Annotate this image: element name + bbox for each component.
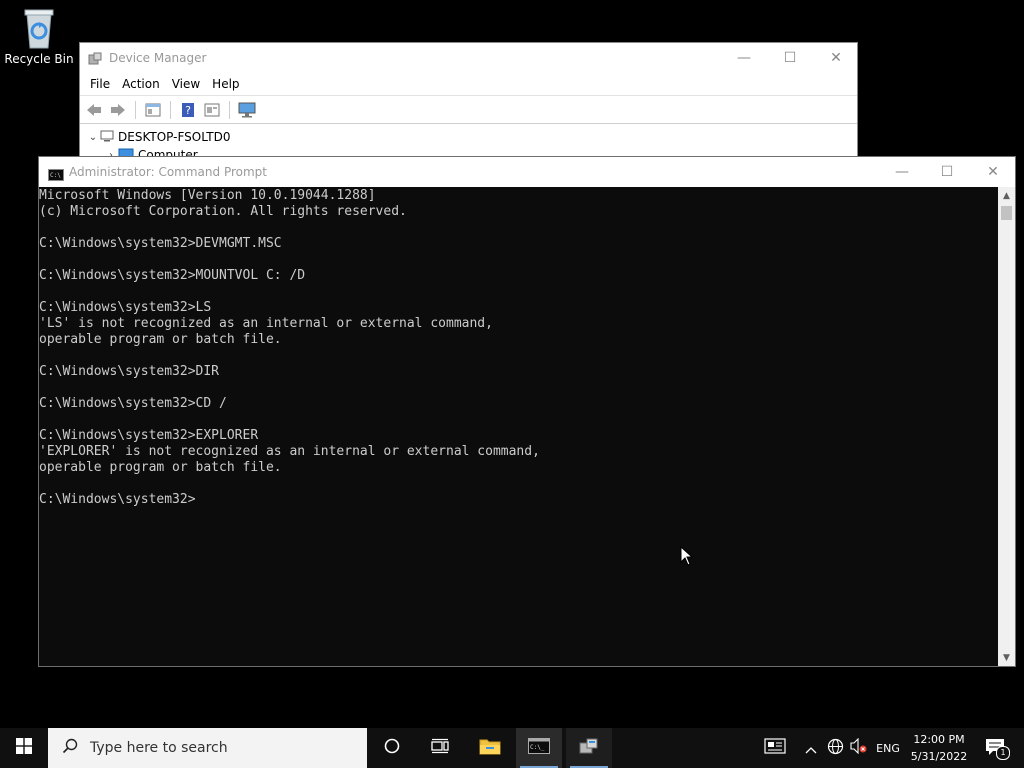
tree-node-computer-root[interactable]: ⌄ DESKTOP-FSOLTD0 <box>80 128 857 146</box>
maximize-button[interactable]: ☐ <box>924 157 970 187</box>
taskbar-device-manager[interactable] <box>566 728 612 768</box>
taskbar-search-box[interactable]: Type here to search <box>48 728 367 768</box>
console-line: 'LS' is not recognized as an internal or… <box>39 316 493 331</box>
console-line: C:\Windows\system32>CD / <box>39 396 227 411</box>
command-prompt-icon: C:\_ <box>528 738 550 758</box>
device-manager-icon <box>88 51 102 70</box>
windows-logo-icon <box>16 738 32 758</box>
chevron-down-icon[interactable]: ⌄ <box>86 132 100 143</box>
toolbar-separator <box>135 100 136 119</box>
toolbar-separator <box>170 100 171 119</box>
clock-date: 5/31/2022 <box>910 750 968 763</box>
desktop-icon-recycle-bin[interactable]: Recycle Bin <box>4 6 74 66</box>
close-button[interactable]: ✕ <box>970 157 1016 187</box>
computer-small-icon <box>100 130 114 145</box>
properties-icon[interactable] <box>202 100 222 120</box>
command-prompt-title: Administrator: Command Prompt <box>69 165 267 179</box>
scroll-up-arrow-icon[interactable]: ▲ <box>998 187 1015 204</box>
volume-button[interactable] <box>848 728 870 768</box>
svg-text:C:\: C:\ <box>50 172 61 179</box>
action-center-button[interactable]: 1 <box>976 728 1016 768</box>
console-scrollbar[interactable]: ▲ ▼ <box>998 187 1015 666</box>
task-view-button[interactable] <box>416 728 464 768</box>
device-manager-menubar: File Action View Help <box>80 73 857 95</box>
device-manager-toolbar: ? <box>80 95 857 124</box>
news-icon <box>764 738 786 758</box>
taskbar-command-prompt[interactable]: C:\_ <box>516 728 562 768</box>
device-manager-titlebar[interactable]: Device Manager — ☐ ✕ <box>80 43 857 73</box>
start-button[interactable] <box>0 728 48 768</box>
menu-action[interactable]: Action <box>116 77 166 91</box>
device-manager-window[interactable]: Device Manager — ☐ ✕ File Action View He… <box>79 42 858 162</box>
notification-icon: 1 <box>985 738 1010 760</box>
scrollbar-thumb[interactable] <box>1001 206 1012 220</box>
cortana-icon <box>384 738 400 758</box>
clock-time: 12:00 PM <box>913 733 965 746</box>
console-line: C:\Windows\system32>EXPLORER <box>39 428 259 443</box>
minimize-button[interactable]: — <box>721 43 767 73</box>
console-line: C:\Windows\system32>DIR <box>39 364 220 379</box>
file-explorer-icon <box>479 737 501 759</box>
taskbar-clock[interactable]: 12:00 PM 5/31/2022 <box>906 731 972 765</box>
console-line: operable program or batch file. <box>39 332 282 347</box>
show-hidden-icons-button[interactable] <box>800 728 822 768</box>
volume-muted-icon <box>850 737 868 758</box>
console-line: (c) Microsoft Corporation. All rights re… <box>39 204 407 219</box>
taskbar: Type here to search C:\_ ENG 12:00 PM 5/… <box>0 728 1024 768</box>
show-hide-console-tree-icon[interactable] <box>143 100 163 120</box>
cortana-button[interactable] <box>368 728 416 768</box>
console-line: C:\Windows\system32>DEVMGMT.MSC <box>39 236 282 251</box>
menu-file[interactable]: File <box>84 77 116 91</box>
recycle-bin-icon <box>4 6 74 50</box>
scan-hardware-icon[interactable] <box>237 100 257 120</box>
notification-count-badge: 1 <box>996 746 1010 760</box>
menu-help[interactable]: Help <box>206 77 245 91</box>
minimize-button[interactable]: — <box>879 157 925 187</box>
network-globe-icon <box>827 738 844 759</box>
command-prompt-titlebar[interactable]: C:\ Administrator: Command Prompt — ☐ ✕ <box>39 157 1015 187</box>
network-button[interactable] <box>823 728 847 768</box>
menu-view[interactable]: View <box>166 77 206 91</box>
svg-text:?: ? <box>185 104 191 117</box>
task-view-icon <box>431 738 449 758</box>
toolbar-separator <box>229 100 230 119</box>
chevron-up-icon <box>805 739 817 758</box>
help-icon[interactable]: ? <box>178 100 198 120</box>
console-line: C:\Windows\system32>LS <box>39 300 212 315</box>
console-line: 'EXPLORER' is not recognized as an inter… <box>39 444 540 459</box>
console-prompt-line[interactable]: C:\Windows\system32> <box>39 492 999 508</box>
search-placeholder: Type here to search <box>90 740 228 756</box>
console-line: Microsoft Windows [Version 10.0.19044.12… <box>39 188 376 203</box>
console-line: operable program or batch file. <box>39 460 282 475</box>
scroll-down-arrow-icon[interactable]: ▼ <box>998 649 1015 666</box>
command-prompt-window[interactable]: C:\ Administrator: Command Prompt — ☐ ✕ … <box>38 156 1016 667</box>
forward-arrow-icon[interactable] <box>108 100 128 120</box>
console-output[interactable]: Microsoft Windows [Version 10.0.19044.12… <box>39 187 999 666</box>
mouse-cursor-icon <box>680 545 694 570</box>
back-arrow-icon[interactable] <box>84 100 104 120</box>
svg-text:C:\_: C:\_ <box>530 744 545 751</box>
recycle-bin-label: Recycle Bin <box>4 52 74 66</box>
device-manager-title: Device Manager <box>109 51 207 65</box>
close-button[interactable]: ✕ <box>813 43 857 73</box>
maximize-button[interactable]: ☐ <box>767 43 813 73</box>
news-widget-button[interactable] <box>760 728 790 768</box>
search-icon <box>62 738 78 758</box>
device-manager-icon <box>578 737 600 759</box>
command-prompt-icon: C:\ <box>48 166 64 185</box>
console-line: C:\Windows\system32>MOUNTVOL C: /D <box>39 268 306 283</box>
input-language-indicator[interactable]: ENG <box>872 728 904 768</box>
taskbar-file-explorer[interactable] <box>466 728 514 768</box>
tree-node-label: DESKTOP-FSOLTD0 <box>118 130 231 144</box>
